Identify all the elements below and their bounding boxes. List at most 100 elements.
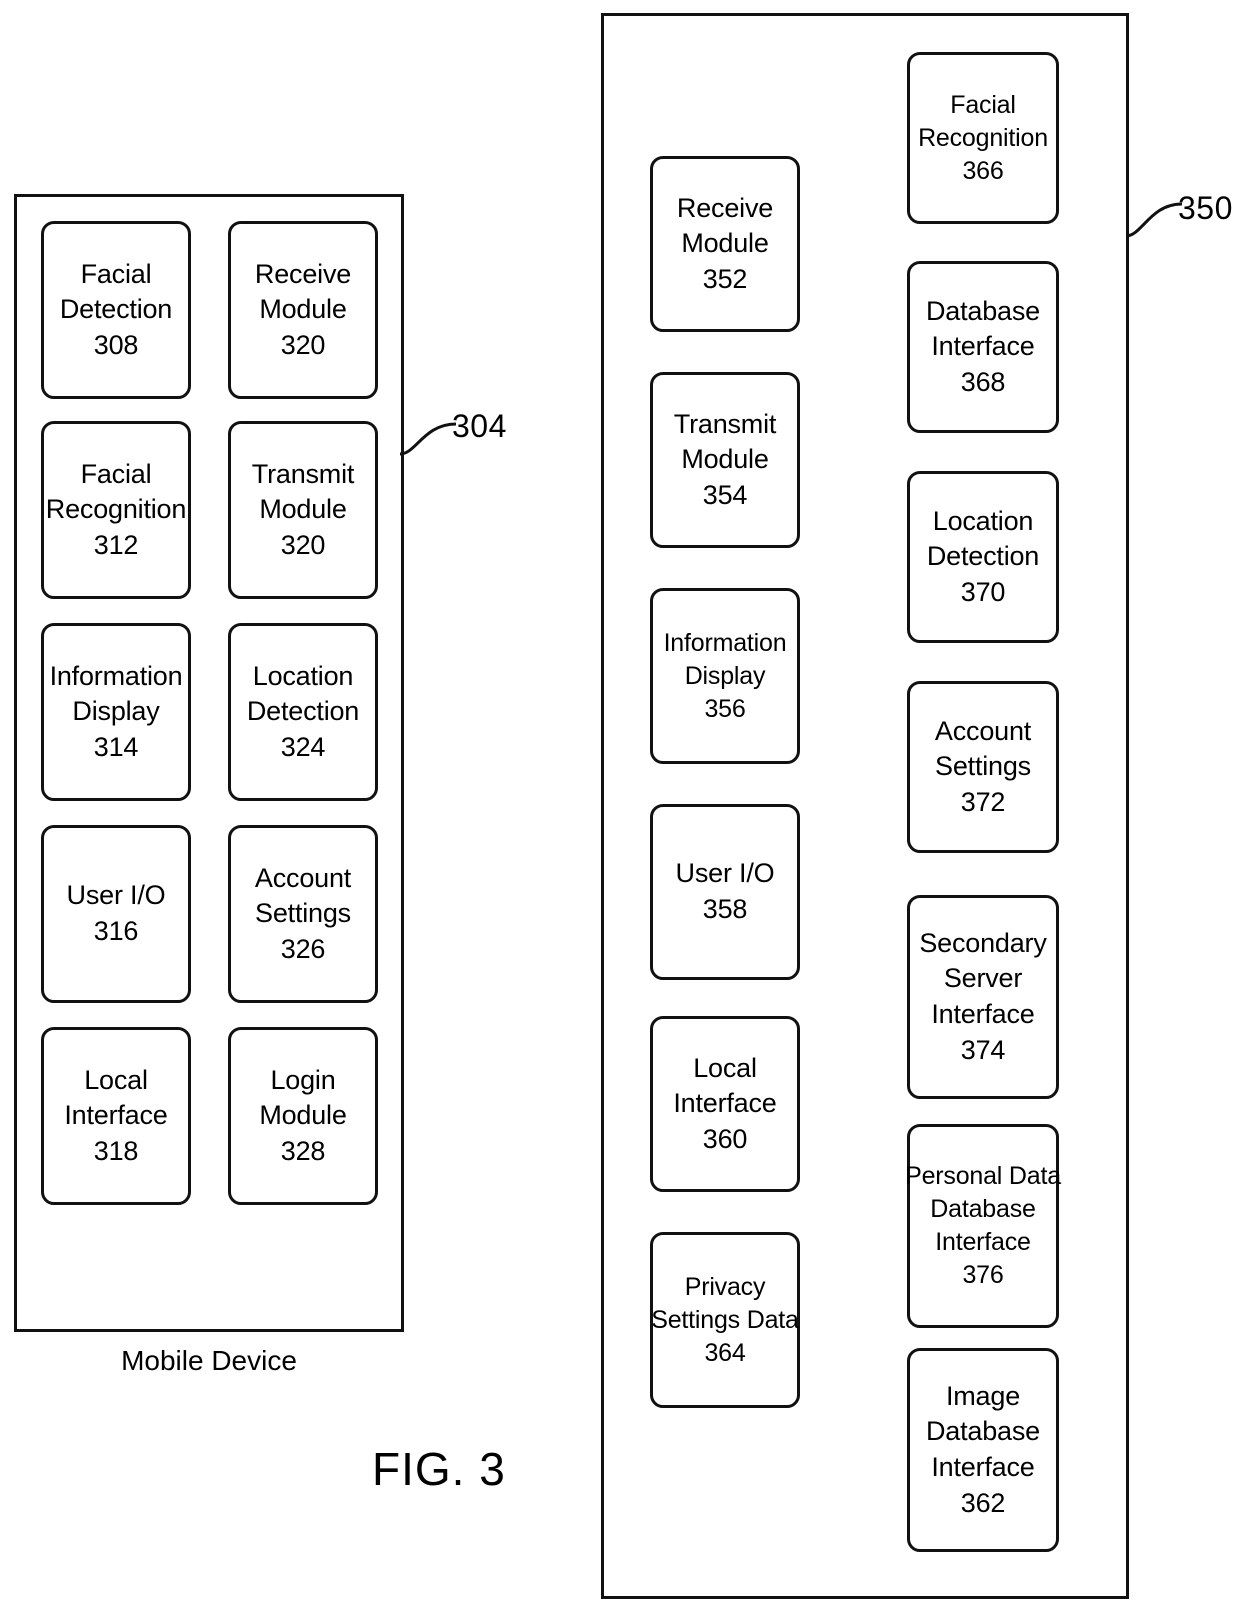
- module-line: Transmit: [673, 408, 777, 439]
- module-ref: 326: [280, 933, 326, 964]
- module-box-privacy-settings-data-364[interactable]: Privacy Settings Data 364: [650, 1232, 800, 1408]
- module-line: Detection: [246, 696, 360, 727]
- module-box-image-database-interface-362[interactable]: Image Database Interface 362: [907, 1348, 1059, 1552]
- module-line: Facial: [80, 258, 152, 289]
- module-line: Module: [681, 228, 769, 259]
- module-ref: 320: [280, 529, 326, 560]
- module-line: Image: [945, 1380, 1021, 1411]
- module-line: Database: [930, 1195, 1036, 1223]
- module-box-local-interface-360[interactable]: Local Interface 360: [650, 1016, 800, 1192]
- module-ref: 316: [93, 916, 139, 946]
- module-line: Facial: [80, 458, 152, 489]
- module-line: Module: [681, 444, 769, 475]
- module-line: Interface: [931, 331, 1035, 362]
- module-box-personal-data-database-interface-376[interactable]: Personal Data Database Interface 376: [905, 1124, 1061, 1328]
- module-line: Privacy: [684, 1272, 766, 1301]
- server-panel: Receive Module 352 Transmit Module 354 I…: [601, 13, 1129, 1599]
- module-line: Local: [693, 1052, 757, 1083]
- module-box-facial-recognition-366[interactable]: Facial Recognition 366: [907, 52, 1059, 224]
- module-line: Local: [84, 1064, 148, 1095]
- module-box-receive-module[interactable]: Receive Module 320: [228, 221, 378, 399]
- mobile-device-panel: Facial Detection 308 Facial Recognition …: [14, 194, 404, 1332]
- module-box-information-display[interactable]: Information Display 314: [41, 623, 191, 801]
- module-box-receive-module-352[interactable]: Receive Module 352: [650, 156, 800, 332]
- module-line: Interface: [64, 1100, 168, 1131]
- figure-label: FIG. 3: [372, 1443, 506, 1495]
- module-box-local-interface[interactable]: Local Interface 318: [41, 1027, 191, 1205]
- module-ref: 324: [280, 731, 326, 762]
- module-line: Settings: [255, 898, 351, 929]
- module-line: Interface: [931, 999, 1035, 1029]
- module-line: Database: [926, 1416, 1040, 1447]
- module-line: User I/O: [675, 858, 775, 889]
- module-box-transmit-module[interactable]: Transmit Module 320: [228, 421, 378, 599]
- module-line: Transmit: [251, 458, 355, 489]
- module-ref: 362: [960, 1487, 1006, 1518]
- module-ref: 366: [962, 156, 1004, 185]
- module-ref: 374: [960, 1034, 1006, 1065]
- module-line: Account: [934, 715, 1032, 746]
- module-line: Secondary: [919, 927, 1047, 958]
- module-ref: 320: [280, 329, 326, 360]
- module-box-facial-detection[interactable]: Facial Detection 308: [41, 221, 191, 399]
- module-box-account-settings[interactable]: Account Settings 326: [228, 825, 378, 1003]
- module-box-location-detection[interactable]: Location Detection 324: [228, 623, 378, 801]
- mobile-device-caption: Mobile Device: [121, 1345, 297, 1376]
- module-line: Interface: [931, 1452, 1035, 1482]
- module-line: Interface: [673, 1088, 777, 1119]
- module-line: Server: [943, 963, 1023, 994]
- module-line: Detection: [926, 541, 1040, 572]
- module-line: Display: [72, 696, 160, 727]
- module-ref: 364: [704, 1338, 746, 1367]
- module-box-user-io-358[interactable]: User I/O 358: [650, 804, 800, 980]
- module-line: Account: [254, 862, 352, 893]
- callout-304: 304: [452, 408, 507, 444]
- module-ref: 352: [702, 263, 748, 294]
- module-line: Display: [684, 661, 766, 690]
- module-line: Recognition: [45, 494, 187, 525]
- module-line: User I/O: [66, 880, 166, 911]
- module-line: Information: [663, 628, 787, 657]
- module-ref: 360: [702, 1123, 748, 1154]
- callout-leader-350: [1125, 202, 1183, 238]
- module-box-database-interface-368[interactable]: Database Interface 368: [907, 261, 1059, 433]
- module-box-account-settings-372[interactable]: Account Settings 372: [907, 681, 1059, 853]
- module-ref: 308: [93, 329, 139, 360]
- module-ref: 328: [280, 1135, 326, 1166]
- module-box-login-module[interactable]: Login Module 328: [228, 1027, 378, 1205]
- module-ref: 372: [960, 786, 1006, 817]
- module-ref: 312: [93, 529, 139, 560]
- module-box-secondary-server-interface-374[interactable]: Secondary Server Interface 374: [907, 895, 1059, 1099]
- module-box-location-detection-370[interactable]: Location Detection 370: [907, 471, 1059, 643]
- module-line: Location: [252, 660, 354, 691]
- module-ref: 356: [704, 694, 746, 723]
- module-line: Facial: [950, 90, 1016, 119]
- module-ref: 314: [93, 731, 139, 762]
- module-ref: 376: [962, 1261, 1004, 1289]
- module-line: Module: [259, 1100, 347, 1131]
- module-line: Receive: [254, 258, 352, 289]
- module-line: Settings Data: [651, 1305, 799, 1334]
- module-box-transmit-module-354[interactable]: Transmit Module 354: [650, 372, 800, 548]
- module-ref: 318: [93, 1135, 139, 1166]
- module-box-facial-recognition[interactable]: Facial Recognition 312: [41, 421, 191, 599]
- module-line: Information: [49, 660, 183, 691]
- callout-350: 350: [1178, 190, 1233, 226]
- module-ref: 370: [960, 576, 1006, 607]
- module-line: Database: [926, 295, 1040, 326]
- module-box-information-display-356[interactable]: Information Display 356: [650, 588, 800, 764]
- module-line: Interface: [935, 1228, 1031, 1256]
- module-line: Login: [270, 1064, 336, 1095]
- module-line: Detection: [59, 294, 173, 325]
- module-line: Module: [259, 294, 347, 325]
- module-line: Receive: [676, 192, 774, 223]
- module-line: Recognition: [918, 123, 1048, 152]
- module-ref: 368: [960, 366, 1006, 397]
- module-line: Module: [259, 494, 347, 525]
- module-line: Location: [932, 505, 1034, 536]
- callout-leader-304: [399, 422, 457, 456]
- module-ref: 354: [702, 479, 748, 510]
- module-line: Personal Data: [905, 1162, 1061, 1190]
- module-box-user-io[interactable]: User I/O 316: [41, 825, 191, 1003]
- module-ref: 358: [702, 894, 748, 924]
